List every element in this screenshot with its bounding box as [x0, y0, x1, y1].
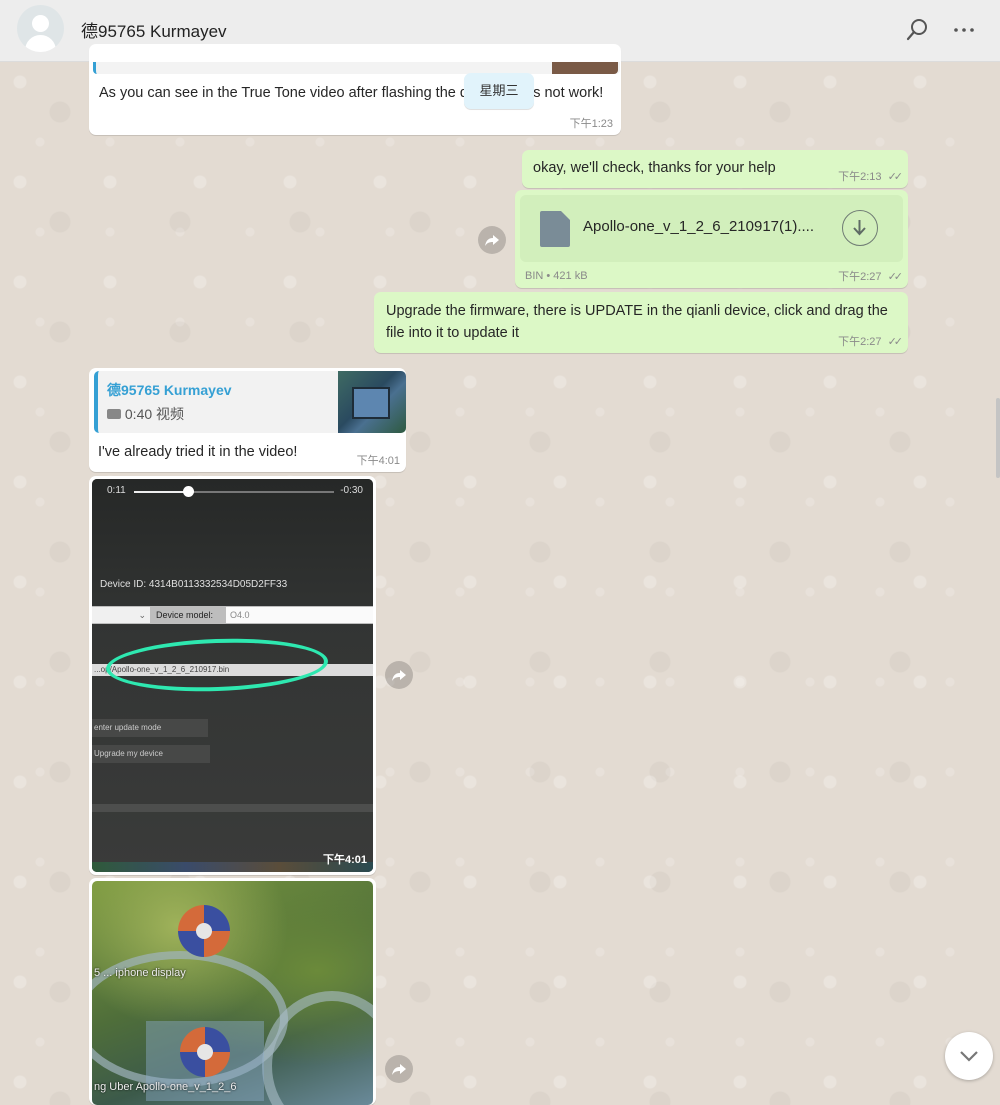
- message-time: 下午4:01: [356, 455, 400, 467]
- chevron-down-icon: [945, 1032, 993, 1080]
- player-progress-fill: [134, 491, 188, 493]
- message-outgoing[interactable]: Upgrade the firmware, there is UPDATE in…: [374, 292, 908, 353]
- scroll-to-bottom-button[interactable]: [945, 1032, 993, 1080]
- screen-enter-update-button: enter update mode: [92, 719, 208, 737]
- message-time: 下午2:27 ✓✓: [838, 268, 904, 284]
- player-remaining: -0:30: [340, 485, 363, 496]
- quoted-message[interactable]: 德95765 Kurmayev 0:40 视频: [94, 371, 406, 433]
- message-incoming-video[interactable]: 0:11 -0:30 Device ID: 4314B0113332534D05…: [89, 476, 376, 875]
- screen-upgrade-button: Upgrade my device: [92, 745, 210, 763]
- message-incoming-reply[interactable]: 德95765 Kurmayev 0:40 视频 I've already tri…: [89, 368, 406, 472]
- message-time-text: 下午2:13: [838, 171, 882, 183]
- player-scrubber[interactable]: [183, 486, 194, 497]
- quote-thumbnail: [338, 371, 406, 433]
- message-incoming[interactable]: As you can see in the True Tone video af…: [89, 44, 621, 135]
- screen-device-model-value: O4.0: [226, 607, 373, 623]
- quote-duration: 0:40: [124, 406, 153, 422]
- file-card[interactable]: Apollo-one_v_1_2_6_210917(1)....: [520, 195, 903, 262]
- forward-icon[interactable]: [385, 661, 413, 689]
- message-text: Upgrade the firmware, there is UPDATE in…: [386, 303, 888, 341]
- file-meta: BIN • 421 kB: [525, 270, 588, 282]
- search-icon[interactable]: [904, 16, 932, 44]
- message-time: 下午4:01: [322, 854, 367, 866]
- message-time-text: 下午2:27: [838, 271, 882, 283]
- more-options-icon[interactable]: [952, 16, 980, 44]
- date-separator: 星期三: [464, 73, 534, 109]
- screen-device-model-label: Device model:: [156, 610, 214, 620]
- read-receipt-icon: ✓✓: [887, 171, 904, 183]
- disc-icon: [178, 905, 230, 957]
- message-incoming-image[interactable]: 5 ... iphone display ng Uber Apollo-one_…: [89, 878, 376, 1105]
- forward-icon[interactable]: [478, 226, 506, 254]
- player-elapsed: 0:11: [107, 485, 126, 496]
- message-time: 下午2:27 ✓✓: [838, 333, 904, 349]
- read-receipt-icon: ✓✓: [887, 271, 904, 283]
- avatar[interactable]: [17, 5, 64, 52]
- file-icon: [540, 211, 570, 247]
- forward-icon[interactable]: [385, 1055, 413, 1083]
- quote-type: 视频: [156, 406, 185, 422]
- video-camera-icon: [107, 409, 121, 419]
- message-time-text: 下午2:27: [838, 336, 882, 348]
- video-frame[interactable]: 0:11 -0:30 Device ID: 4314B0113332534D05…: [92, 479, 373, 872]
- desktop-icon-label-1: 5 ... iphone display: [94, 967, 186, 979]
- chat-scrollbar[interactable]: [996, 398, 1000, 478]
- screen-device-id: Device ID: 4314B0113332534D05D2FF33: [100, 579, 288, 590]
- contact-name[interactable]: 德95765 Kurmayev: [81, 17, 227, 42]
- file-name: Apollo-one_v_1_2_6_210917(1)....: [583, 218, 815, 235]
- desktop-icon-label-2: ng Uber Apollo-one_v_1_2_6: [94, 1081, 237, 1093]
- read-receipt-icon: ✓✓: [887, 336, 904, 348]
- message-time: 下午1:23: [569, 118, 613, 130]
- disc-icon: [180, 1027, 230, 1077]
- download-icon[interactable]: [842, 210, 878, 246]
- message-text: I've already tried it in the video!: [98, 444, 298, 460]
- quote-author: 德95765 Kurmayev: [107, 382, 232, 398]
- message-outgoing-file[interactable]: Apollo-one_v_1_2_6_210917(1).... BIN • 4…: [515, 190, 908, 288]
- screen-dropdown: ⌄: [92, 607, 150, 623]
- quote-video-line: 0:40 视频: [107, 404, 184, 424]
- message-time: 下午2:13 ✓✓: [838, 168, 904, 184]
- message-outgoing[interactable]: okay, we'll check, thanks for your help …: [522, 150, 908, 188]
- player-progress-track[interactable]: [134, 486, 334, 497]
- image-frame[interactable]: 5 ... iphone display ng Uber Apollo-one_…: [92, 881, 373, 1105]
- media-thumbnail-strip: [93, 62, 620, 74]
- message-text: okay, we'll check, thanks for your help: [533, 160, 776, 176]
